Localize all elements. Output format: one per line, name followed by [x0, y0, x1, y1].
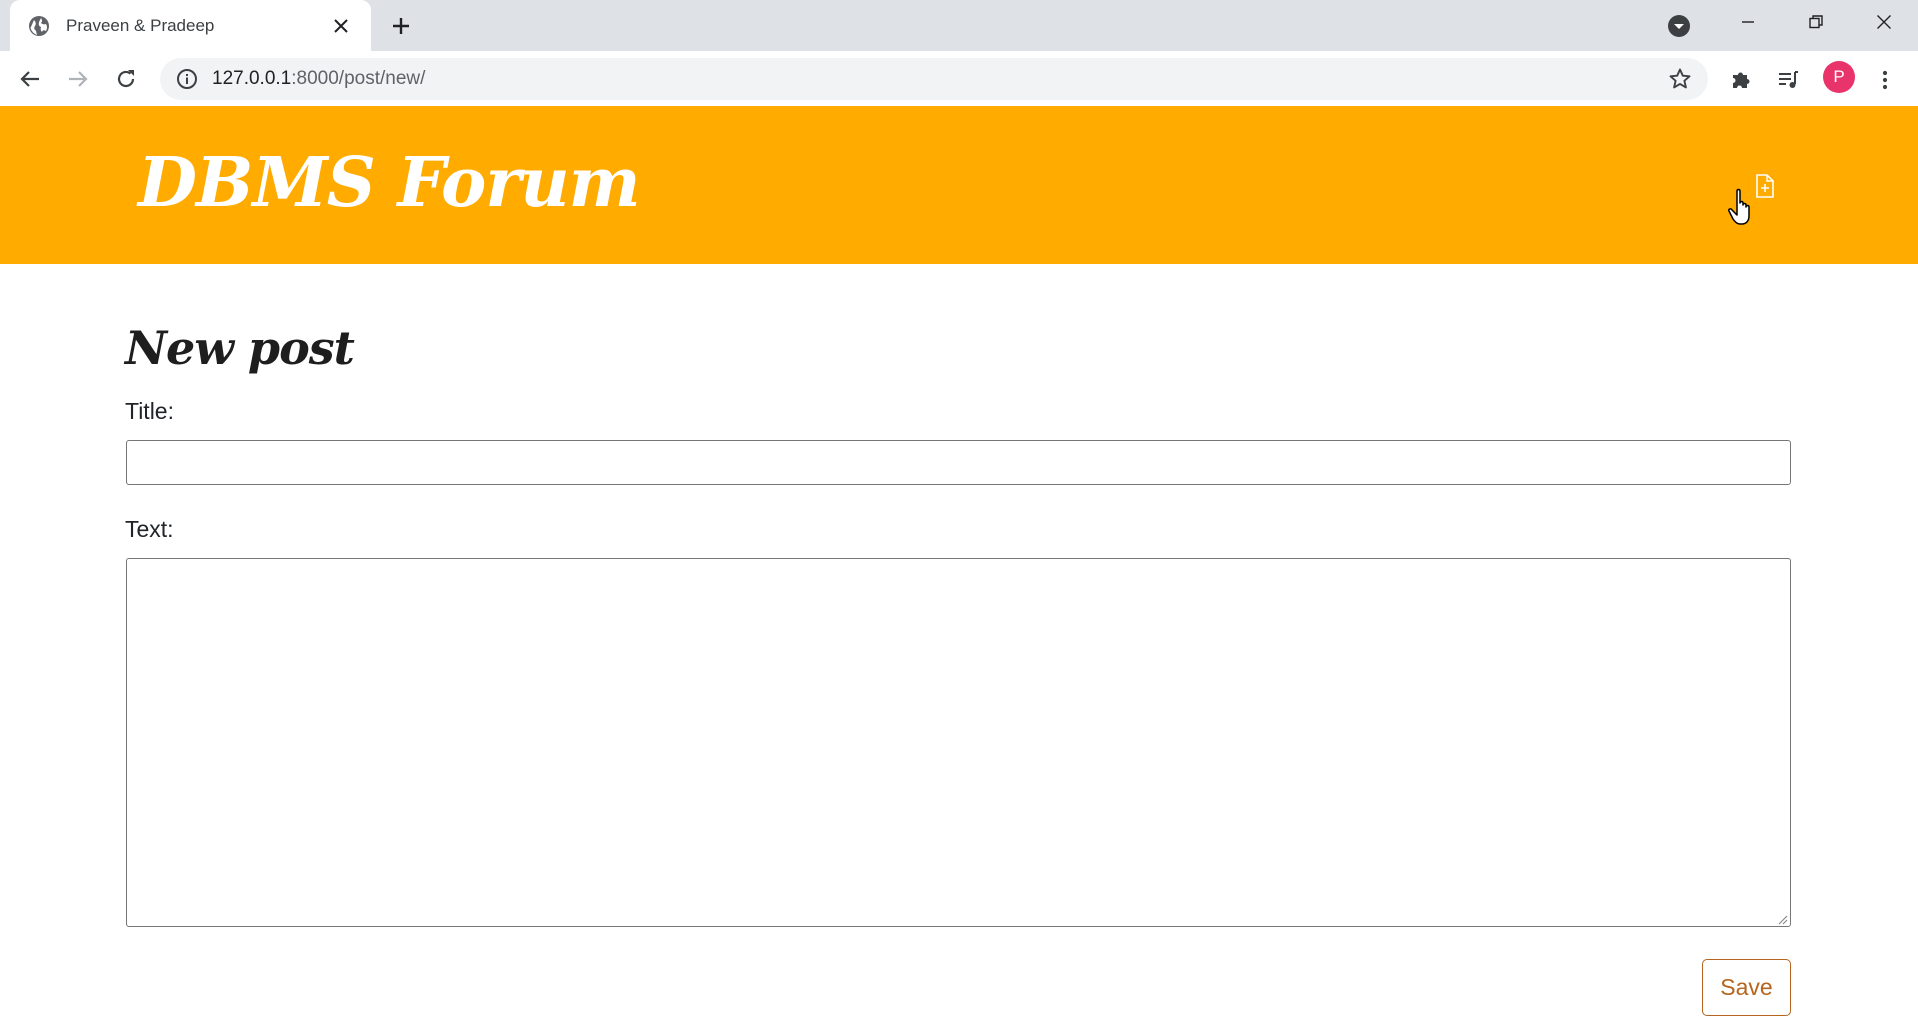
page-title: New post [125, 321, 355, 375]
reload-button[interactable] [108, 61, 144, 97]
tab-search-icon[interactable] [1666, 13, 1692, 39]
restore-button[interactable] [1782, 0, 1850, 44]
new-tab-button[interactable] [386, 12, 416, 40]
star-icon[interactable] [1666, 65, 1694, 93]
back-button[interactable] [12, 61, 48, 97]
resize-handle-icon[interactable] [1776, 912, 1788, 925]
address-bar[interactable]: 127.0.0.1:8000/post/new/ [160, 58, 1708, 100]
tab-title: Praveen & Pradeep [66, 15, 215, 35]
forward-button[interactable] [60, 61, 96, 97]
save-button[interactable]: Save [1702, 959, 1791, 1016]
more-menu-icon[interactable] [1870, 65, 1900, 95]
url-path: :8000/post/new/ [291, 68, 426, 89]
text-label: Text: [125, 516, 174, 542]
puzzle-icon[interactable] [1726, 65, 1756, 95]
tab-strip: Praveen & Pradeep [0, 0, 1918, 51]
profile-avatar[interactable]: P [1823, 61, 1855, 93]
media-control-icon[interactable] [1773, 65, 1803, 95]
close-window-button[interactable] [1850, 0, 1918, 44]
browser-toolbar: 127.0.0.1:8000/post/new/ [0, 51, 1918, 106]
close-icon[interactable] [329, 14, 353, 38]
url-text[interactable]: 127.0.0.1:8000/post/new/ [212, 68, 1666, 90]
text-textarea[interactable] [126, 558, 1791, 927]
minimize-button[interactable] [1714, 0, 1782, 44]
browser-tab[interactable]: Praveen & Pradeep [10, 0, 371, 51]
site-header: DBMS Forum [0, 106, 1918, 264]
title-input[interactable] [126, 440, 1791, 485]
site-title[interactable]: DBMS Forum [138, 138, 641, 228]
title-label: Title: [125, 398, 174, 424]
url-host: 127.0.0.1 [212, 68, 292, 89]
info-icon[interactable] [176, 68, 198, 90]
hand-cursor-icon [1728, 188, 1758, 228]
globe-icon [28, 15, 50, 37]
